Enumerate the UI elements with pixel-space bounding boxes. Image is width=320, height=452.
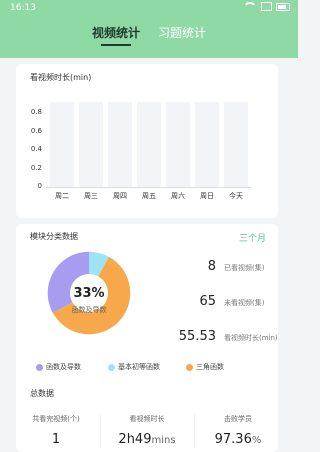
total-videos-value: 1 [16, 432, 96, 447]
bar-column [108, 102, 132, 187]
x-tick-label: 周六 [171, 192, 185, 200]
legend-dot [36, 363, 43, 371]
divider [194, 414, 195, 448]
y-tick-label: 0 [37, 182, 42, 190]
x-tick-label: 周四 [113, 192, 127, 200]
x-axis [46, 187, 251, 188]
beat-students-value: 97.36% [198, 432, 278, 447]
x-tick-label: 周日 [200, 192, 214, 200]
weekly-chart-card: 看视频时长(min) 0 0.2 0.4 0.6 0.8 周二 周三 周四 周五 周六 周日 今天 [16, 64, 278, 218]
donut-percent: 33% [73, 286, 105, 301]
wifi-icon [243, 2, 257, 11]
beat-students-unit: % [251, 435, 262, 446]
legend-dot [186, 363, 193, 371]
tab-exercise-stats[interactable]: 习题统计 [158, 24, 206, 41]
total-videos-number: 1 [51, 432, 61, 447]
header-bar: 16:13 视频统计 习题统计 [0, 0, 298, 58]
bar-column [79, 102, 103, 187]
bar-column [166, 102, 190, 187]
total-duration-number: 2h49 [118, 432, 152, 447]
total-duration-unit: mins [151, 435, 176, 446]
bar-column [195, 102, 219, 187]
status-icons [243, 2, 290, 11]
tab-bar: 视频统计 习题统计 [0, 24, 298, 54]
bar-column [224, 102, 248, 187]
legend-label: 函数及导数 [46, 363, 81, 371]
y-tick-label: 0.4 [30, 145, 42, 153]
module-card: 模块分类数据 三个月 33% 函数及导数 8 已看视频(集) 65 未看视频(集… [16, 224, 278, 452]
y-tick-label: 0.2 [30, 163, 42, 172]
stat-watched-label: 已看视频(集) [224, 264, 265, 272]
beat-students-label: 击败学员 [224, 415, 252, 423]
x-tick-label: 周二 [55, 192, 69, 200]
status-bar: 16:13 [0, 0, 298, 16]
stat-duration-label: 看视频时长(min) [224, 334, 278, 342]
chart-title: 看视频时长(min) [30, 73, 92, 82]
x-tick-label: 周五 [142, 192, 156, 200]
bar-column [137, 102, 161, 187]
sim-icon [261, 2, 272, 11]
battery-icon [276, 2, 290, 11]
legend-label: 三角函数 [196, 363, 224, 371]
active-tab-indicator [101, 44, 131, 46]
legend-item-functions: 函数及导数 [36, 362, 81, 372]
status-time: 16:13 [10, 3, 36, 13]
legend-label: 基本初等函数 [118, 363, 160, 371]
bar-column [50, 102, 74, 187]
total-duration-value: 2h49mins [107, 432, 187, 447]
x-tick-label: 周三 [84, 192, 98, 200]
total-videos-label: 共看完视频(个) [32, 415, 80, 423]
range-selector[interactable]: 三个月 [239, 231, 266, 244]
stat-unwatched-label: 未看视频(集) [224, 299, 265, 307]
stat-watched-value: 8 [207, 259, 216, 274]
y-tick-label: 0.8 [30, 108, 42, 116]
totals-title: 总数据 [30, 389, 54, 398]
module-title: 模块分类数据 [30, 232, 78, 241]
legend-item-trig: 三角函数 [186, 362, 224, 372]
y-tick-label: 0.6 [30, 126, 42, 135]
tab-video-stats[interactable]: 视频统计 [92, 24, 140, 41]
beat-students-number: 97.36 [214, 432, 252, 447]
divider [100, 414, 101, 448]
total-duration-label: 看视频时长 [129, 415, 165, 423]
x-tick-label: 今天 [229, 192, 243, 200]
legend-dot [108, 363, 115, 371]
stat-unwatched-value: 65 [199, 294, 216, 309]
stat-duration-value: 55.53 [178, 329, 216, 344]
legend-item-elementary: 基本初等函数 [108, 362, 160, 372]
donut-label: 函数及导数 [71, 306, 107, 314]
